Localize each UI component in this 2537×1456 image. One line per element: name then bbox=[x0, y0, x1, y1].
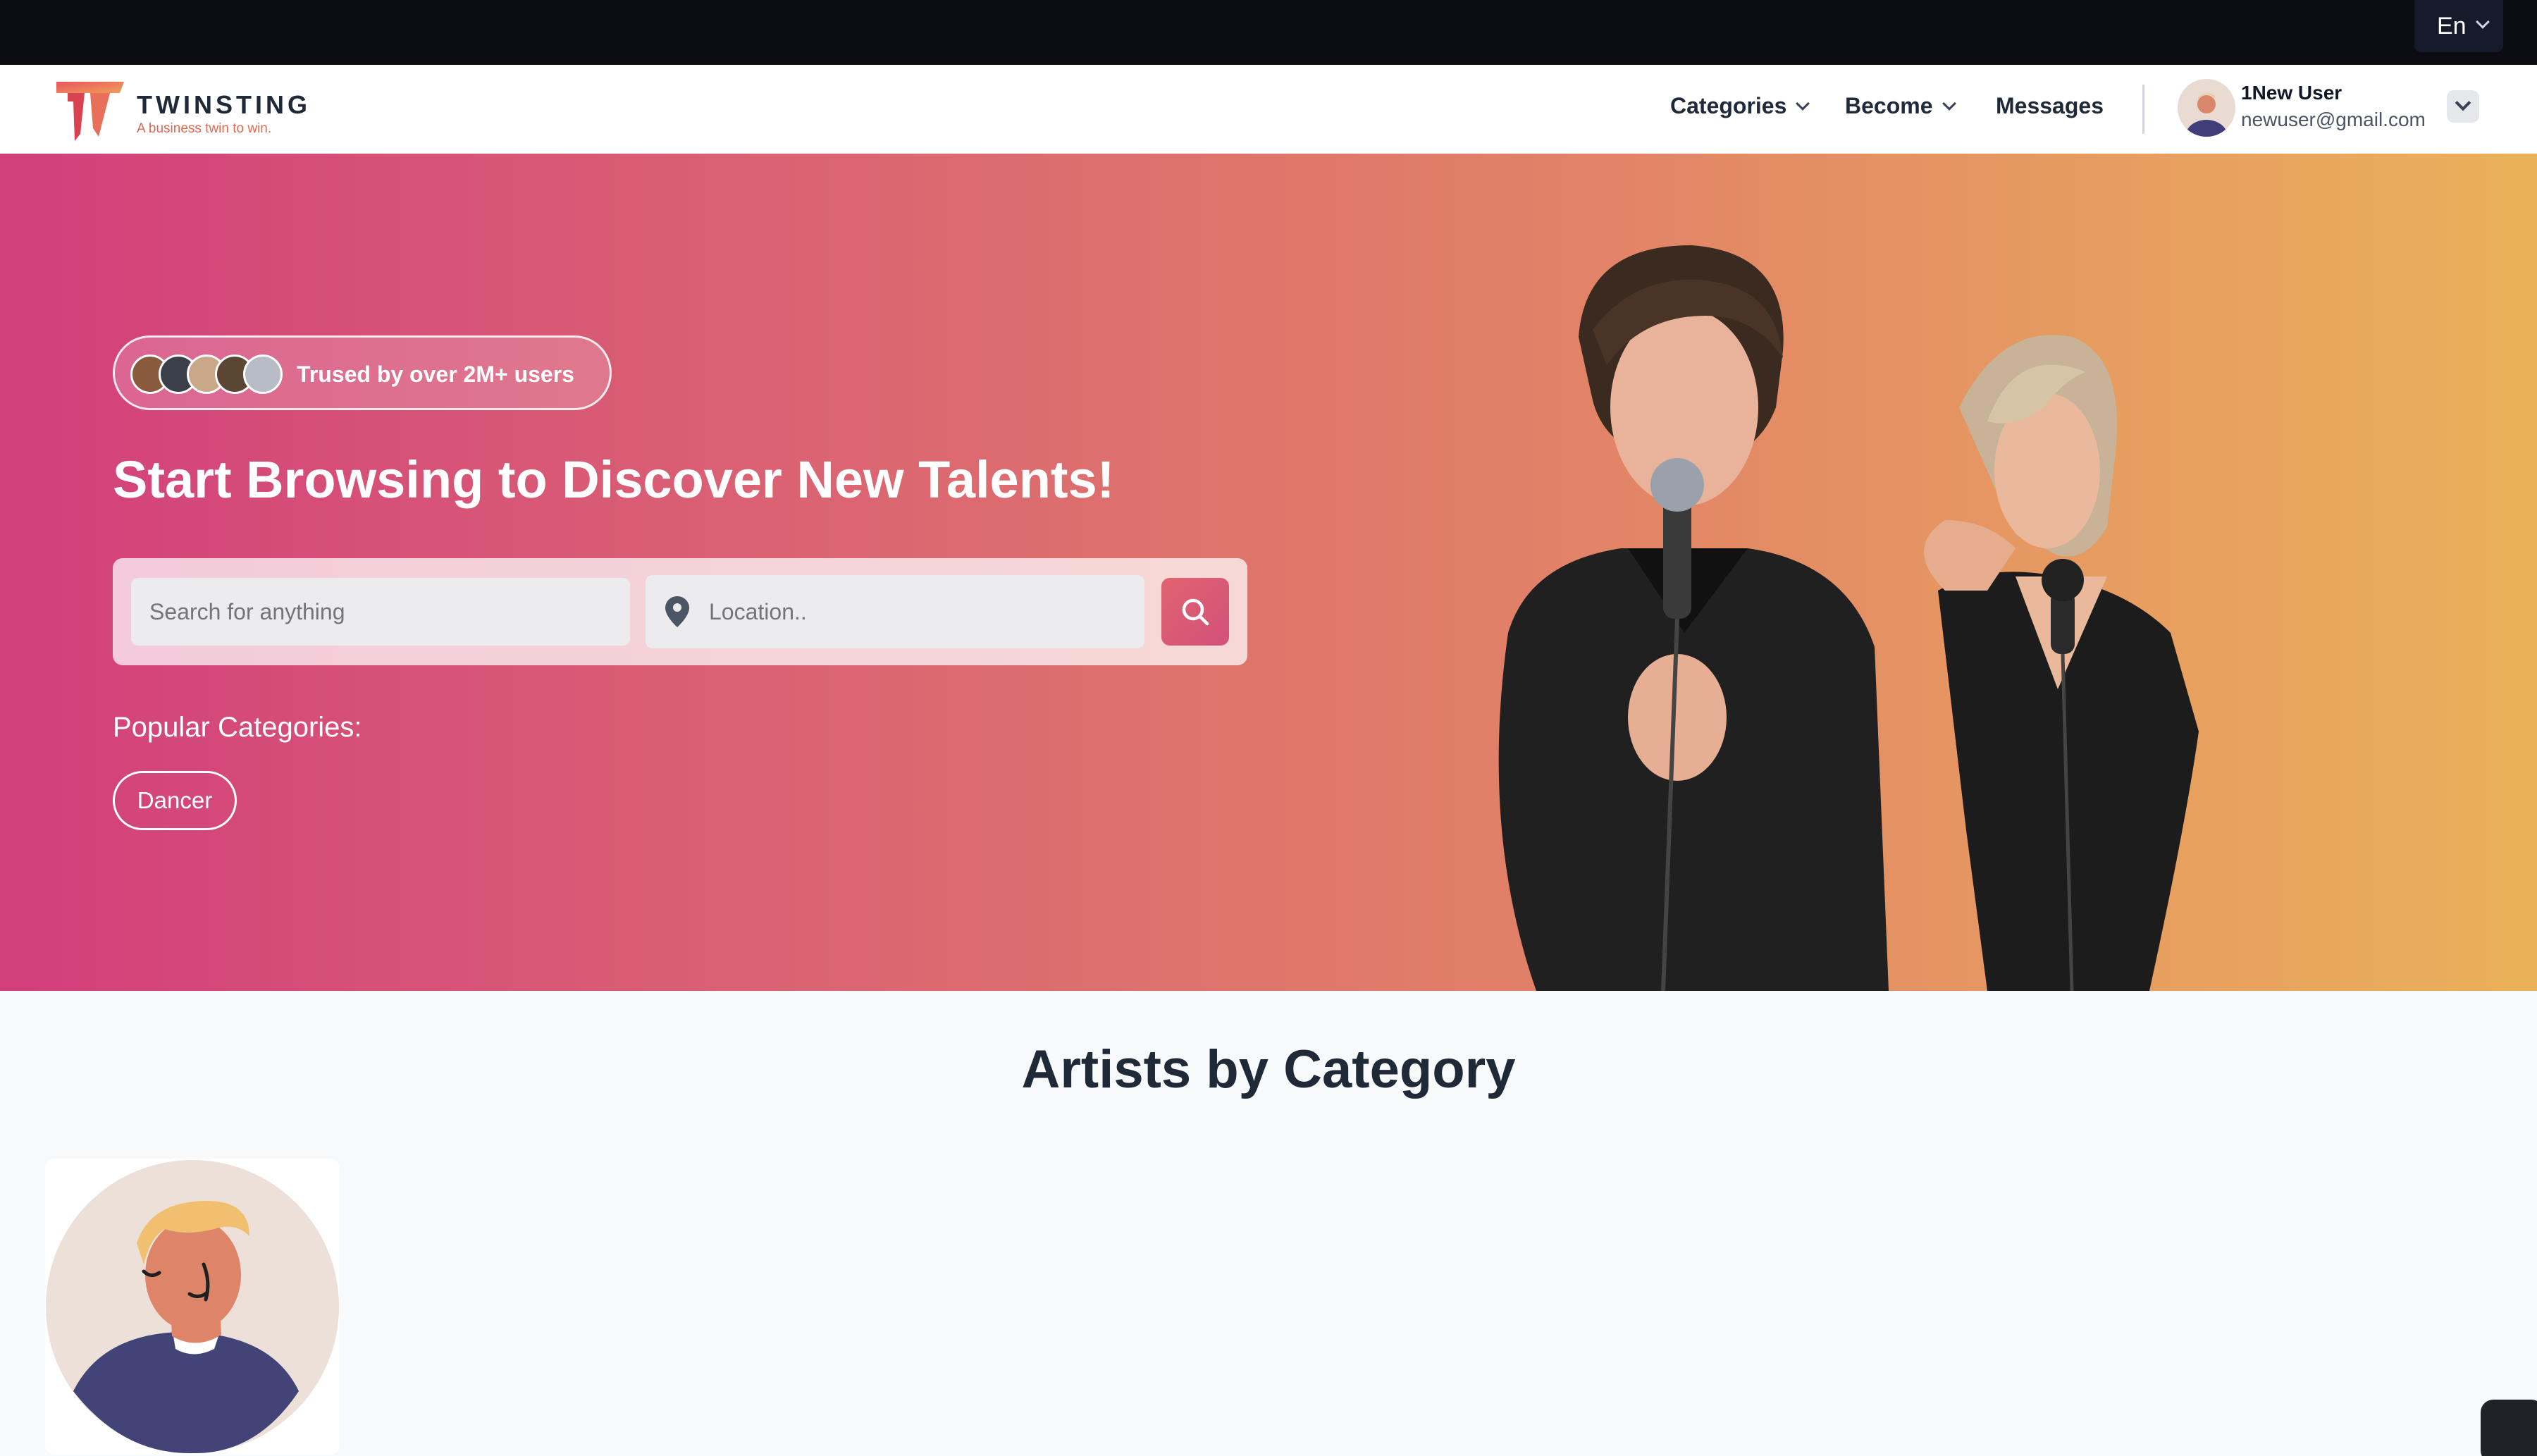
avatar-icon bbox=[2178, 79, 2235, 137]
search-icon bbox=[1182, 598, 1209, 626]
user-avatar[interactable] bbox=[2178, 79, 2235, 137]
language-selector[interactable]: En bbox=[2414, 0, 2503, 52]
performers-image bbox=[1498, 245, 2199, 991]
nav-categories[interactable]: Categories bbox=[1670, 93, 1810, 119]
chevron-down-icon bbox=[1942, 96, 1956, 111]
location-input[interactable] bbox=[709, 575, 1132, 648]
chevron-down-icon bbox=[2476, 15, 2490, 29]
nav-become-label: Become bbox=[1845, 93, 1933, 118]
search-panel bbox=[113, 558, 1247, 665]
chevron-down-icon bbox=[2455, 94, 2471, 111]
hero-banner: Trused by over 2M+ users Start Browsing … bbox=[0, 154, 2537, 991]
chat-widget-button[interactable] bbox=[2481, 1400, 2537, 1456]
category-chip-dancer[interactable]: Dancer bbox=[113, 771, 237, 830]
section-title: Artists by Category bbox=[1021, 1039, 1516, 1099]
trust-text: Trused by over 2M+ users bbox=[297, 362, 574, 387]
logo[interactable]: TWINSTING A business twin to win. bbox=[55, 73, 309, 144]
nav-become[interactable]: Become bbox=[1845, 93, 1956, 119]
nav-messages-label: Messages bbox=[1996, 93, 2104, 118]
nav-divider bbox=[2142, 85, 2144, 134]
brand-name: TWINSTING bbox=[137, 90, 311, 119]
nav-categories-label: Categories bbox=[1670, 93, 1787, 118]
search-input[interactable] bbox=[131, 578, 630, 646]
artist-card[interactable] bbox=[45, 1159, 340, 1455]
chevron-down-icon bbox=[1796, 96, 1810, 111]
logo-mark-icon bbox=[56, 82, 124, 141]
user-menu-toggle[interactable] bbox=[2447, 90, 2479, 123]
location-field[interactable] bbox=[646, 575, 1144, 648]
user-faces bbox=[130, 354, 285, 395]
brand-tagline: A business twin to win. bbox=[137, 121, 272, 136]
artist-avatar-icon bbox=[46, 1160, 339, 1454]
top-bar: En bbox=[0, 0, 2537, 65]
search-button[interactable] bbox=[1161, 578, 1229, 646]
hero-title: Start Browsing to Discover New Talents! bbox=[113, 450, 1115, 509]
trust-badge: Trused by over 2M+ users bbox=[113, 335, 612, 410]
face-avatar bbox=[243, 354, 283, 394]
language-label: En bbox=[2437, 12, 2467, 39]
location-pin-icon bbox=[665, 596, 689, 627]
user-name: 1New User bbox=[2241, 82, 2342, 104]
navbar: TWINSTING A business twin to win. Catego… bbox=[0, 65, 2537, 154]
popular-categories-label: Popular Categories: bbox=[113, 712, 362, 743]
nav-messages[interactable]: Messages bbox=[1996, 93, 2104, 119]
user-email: newuser@gmail.com bbox=[2241, 109, 2426, 130]
